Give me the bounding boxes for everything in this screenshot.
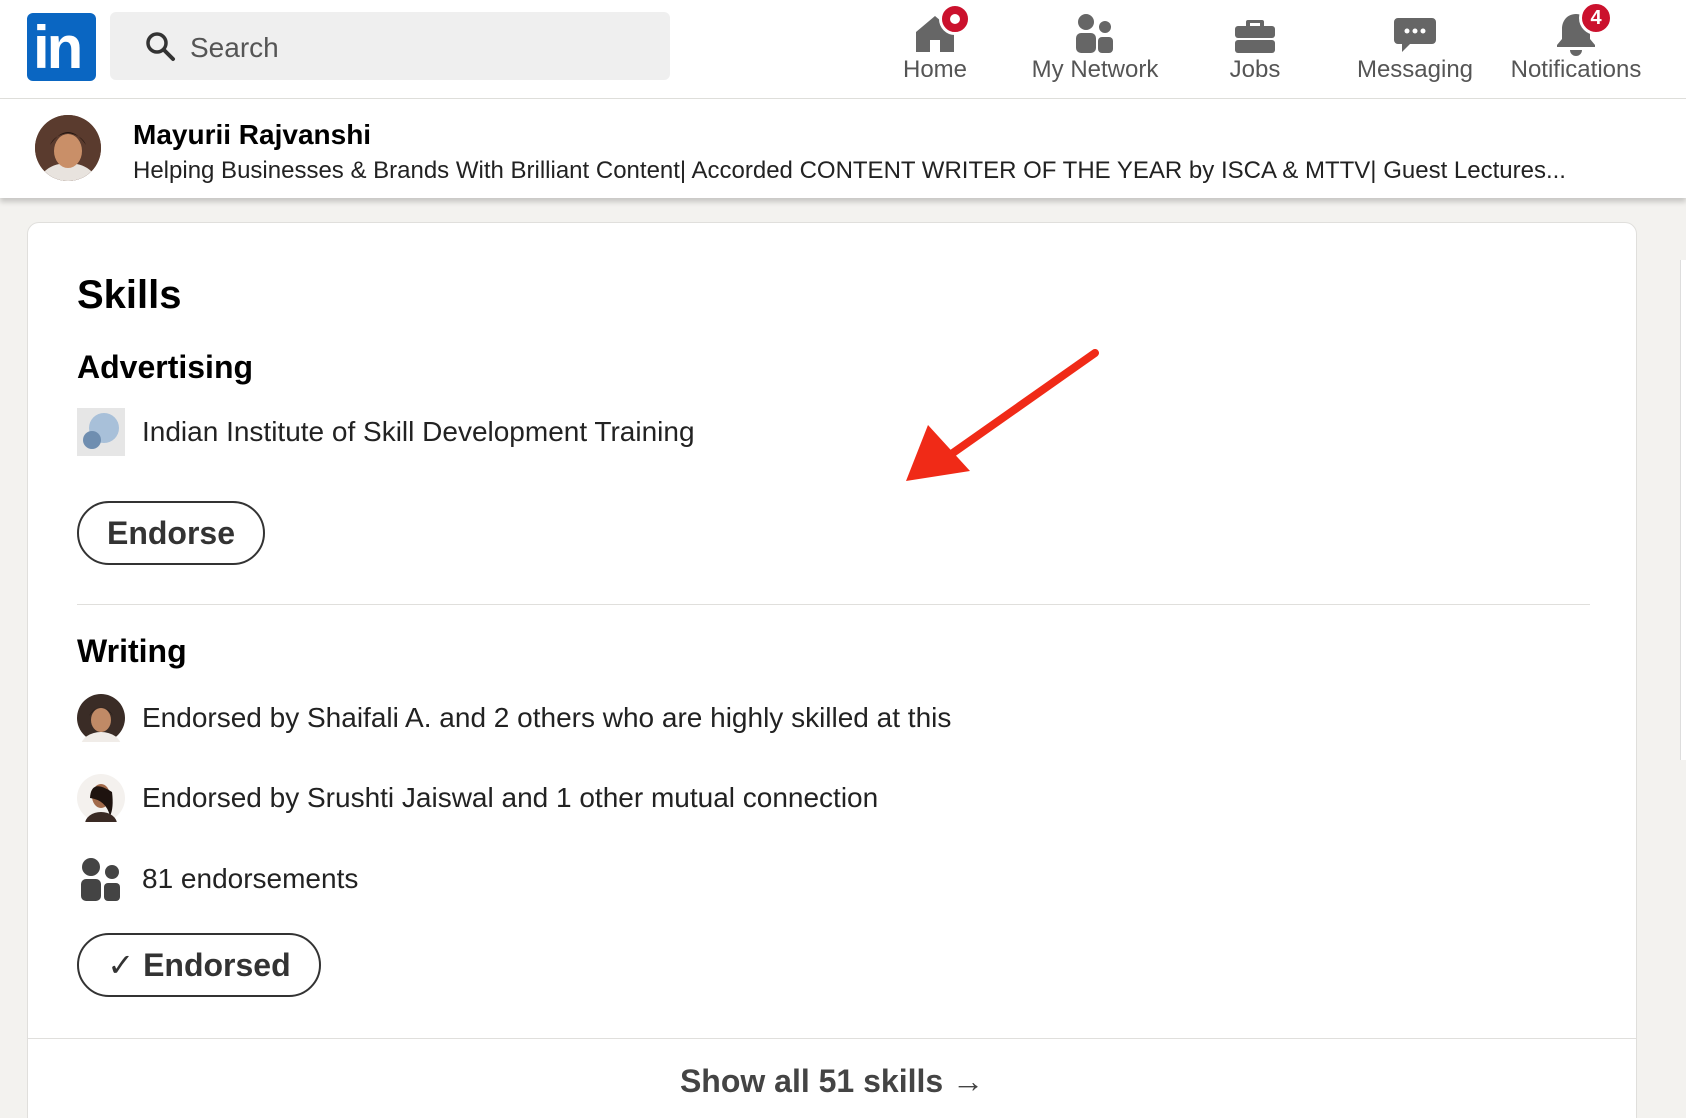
skill-advertising-detail: Indian Institute of Skill Development Tr… [142,416,695,447]
skills-card: Skills Advertising Indian Institute of S… [27,222,1637,1118]
profile-name[interactable]: Mayurii Rajvanshi [133,119,371,151]
search-input[interactable]: Search [110,12,670,80]
chat-icon [1394,18,1436,52]
skills-heading: Skills [77,273,182,317]
search-icon [146,32,175,61]
profile-avatar[interactable] [35,115,101,181]
show-all-skills-link[interactable]: Show all 51 skills → [28,1063,1636,1100]
skill-advertising-name[interactable]: Advertising [77,349,253,386]
profile-sticky-bar: Mayurii Rajvanshi Helping Businesses & B… [0,99,1686,198]
notifications-badge: 4 [1579,1,1613,35]
show-all-skills-label: Show all 51 skills [679,1063,944,1099]
institute-logo [77,408,125,456]
endorse-button[interactable]: Endorse [77,501,265,565]
endorser-avatar[interactable] [77,774,125,822]
profile-headline: Helping Businesses & Brands With Brillia… [133,157,1566,184]
annotation-arrow-icon [906,349,1099,481]
nav-notifications-label: Notifications [1510,56,1642,83]
writing-endorsement-count[interactable]: 81 endorsements [142,863,358,895]
nav-home-label: Home [902,56,968,83]
logo-text: in [33,14,83,81]
endorse-button-label: Endorse [106,515,236,551]
card-footer-divider [28,1038,1636,1039]
adjacent-panel-edge [1680,260,1686,760]
nav-my-network[interactable]: My Network [1020,0,1170,98]
search-placeholder: Search [190,32,279,63]
endorsed-button[interactable]: ✓ Endorsed [77,933,321,997]
top-navigation: in Search Home My Network Jobs Messaging… [0,0,1686,99]
nav-messaging[interactable]: Messaging [1350,0,1480,98]
skill-writing-name[interactable]: Writing [77,633,187,670]
nav-jobs[interactable]: Jobs [1200,0,1310,98]
nav-jobs-label: Jobs [1229,56,1281,83]
briefcase-icon [1235,20,1275,53]
skill-divider [77,604,1590,605]
endorsed-button-label: Endorsed [143,947,291,983]
nav-home[interactable]: Home [880,0,990,98]
home-badge [939,3,971,35]
nav-my-network-label: My Network [1031,56,1159,83]
arrow-right-icon: → [952,1063,985,1099]
nav-messaging-label: Messaging [1356,56,1474,83]
writing-endorsement-text-1[interactable]: Endorsed by Shaifali A. and 2 others who… [142,702,951,734]
avatar-image [35,115,101,181]
linkedin-logo[interactable]: in [27,13,96,81]
people-icon [1076,14,1113,53]
checkmark-icon: ✓ [107,947,135,983]
endorser-avatar[interactable] [77,694,125,742]
writing-endorsement-text-2[interactable]: Endorsed by Srushti Jaiswal and 1 other … [142,782,878,814]
nav-notifications[interactable]: 4 Notifications [1500,0,1652,98]
people-icon [81,858,120,901]
